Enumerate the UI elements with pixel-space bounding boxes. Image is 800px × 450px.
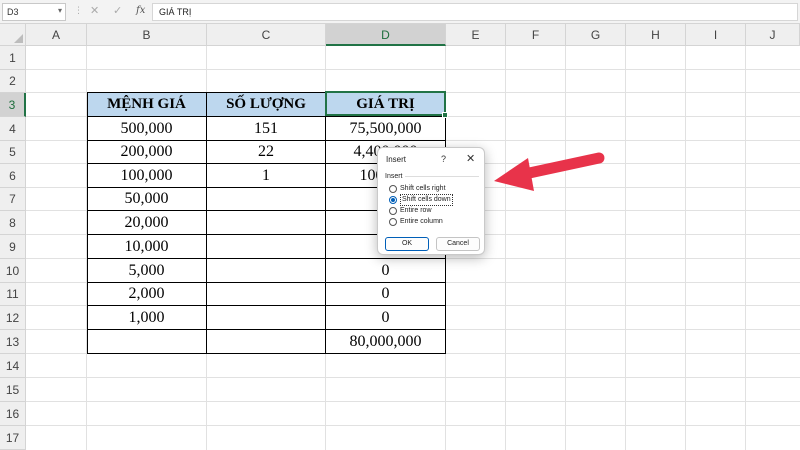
column-header-i[interactable]: I <box>686 24 746 46</box>
row-header-2[interactable]: 2 <box>0 70 26 93</box>
option-label: Shift cells right <box>400 185 446 192</box>
row-header-3[interactable]: 3 <box>0 93 26 117</box>
table-cell[interactable]: 1 <box>207 164 326 188</box>
table-cell[interactable] <box>207 235 326 259</box>
insert-dialog: Insert ? ✕ Insert Shift cells right Shif… <box>377 147 485 255</box>
column-header-c[interactable]: C <box>207 24 326 46</box>
function-icon[interactable]: fx <box>136 5 145 16</box>
table-cell[interactable]: 20,000 <box>87 211 207 235</box>
table-cell[interactable] <box>207 283 326 306</box>
row-header-7[interactable]: 7 <box>0 188 26 211</box>
row-header-4[interactable]: 4 <box>0 117 26 141</box>
chevron-down-icon[interactable]: ▾ <box>58 6 62 15</box>
row-header-15[interactable]: 15 <box>0 378 26 402</box>
formula-bar: D3 ▾ ⋮ ✕ ✓ fx GIÁ TRỊ <box>0 0 800 24</box>
formula-input[interactable]: GIÁ TRỊ <box>152 3 798 21</box>
table-cell[interactable]: 50,000 <box>87 188 207 211</box>
table-cell[interactable]: 0 <box>326 259 446 283</box>
radio-icon[interactable] <box>389 185 397 193</box>
table-cell[interactable] <box>207 330 326 354</box>
table-cell[interactable] <box>207 188 326 211</box>
column-header-f[interactable]: F <box>506 24 566 46</box>
option-label: Shift cells down <box>400 194 453 206</box>
table-cell[interactable]: 10,000 <box>87 235 207 259</box>
table-cell[interactable] <box>207 259 326 283</box>
radio-icon[interactable] <box>389 207 397 215</box>
table-cell[interactable]: 22 <box>207 141 326 164</box>
row-header-16[interactable]: 16 <box>0 402 26 426</box>
option-group-label: Insert <box>385 173 403 180</box>
ok-button[interactable]: OK <box>385 237 429 251</box>
table-header-cell[interactable]: GIÁ TRỊ <box>326 93 446 117</box>
row-header-17[interactable]: 17 <box>0 426 26 450</box>
table-cell[interactable]: 100,000 <box>87 164 207 188</box>
help-icon[interactable]: ? <box>441 154 446 164</box>
table-cell[interactable]: 151 <box>207 117 326 141</box>
table-cell[interactable]: 1,000 <box>87 306 207 330</box>
table-cell[interactable]: 500,000 <box>87 117 207 141</box>
row-header-12[interactable]: 12 <box>0 306 26 330</box>
table-header-cell[interactable]: SỐ LƯỢNG <box>207 93 326 117</box>
column-header-h[interactable]: H <box>626 24 686 46</box>
column-header-b[interactable]: B <box>87 24 207 46</box>
separator-icon: ⋮ <box>74 5 83 15</box>
row-header-13[interactable]: 13 <box>0 330 26 354</box>
dialog-title: Insert <box>386 155 407 164</box>
row-header-9[interactable]: 9 <box>0 235 26 259</box>
name-box[interactable]: D3 ▾ <box>2 3 66 21</box>
column-header-d[interactable]: D <box>326 24 446 46</box>
row-header-8[interactable]: 8 <box>0 211 26 235</box>
row-header-1[interactable]: 1 <box>0 46 26 70</box>
table-cell[interactable] <box>207 211 326 235</box>
row-header-10[interactable]: 10 <box>0 259 26 283</box>
cancel-icon[interactable]: ✕ <box>90 4 99 17</box>
row-header-11[interactable]: 11 <box>0 283 26 306</box>
table-cell[interactable]: 0 <box>326 283 446 306</box>
column-header-j[interactable]: J <box>746 24 800 46</box>
row-header-5[interactable]: 5 <box>0 141 26 164</box>
row-header-14[interactable]: 14 <box>0 354 26 378</box>
radio-selected-icon[interactable] <box>389 196 397 204</box>
option-label: Entire column <box>400 218 443 225</box>
table-cell[interactable]: 80,000,000 <box>326 330 446 354</box>
column-header-g[interactable]: G <box>566 24 626 46</box>
close-icon[interactable]: ✕ <box>466 152 475 165</box>
table-cell[interactable] <box>207 306 326 330</box>
column-header-a[interactable]: A <box>26 24 87 46</box>
table-cell[interactable]: 75,500,000 <box>326 117 446 141</box>
cancel-button[interactable]: Cancel <box>436 237 480 251</box>
enter-icon[interactable]: ✓ <box>113 4 122 17</box>
table-cell[interactable]: 5,000 <box>87 259 207 283</box>
option-label: Entire row <box>400 207 432 214</box>
select-all-button[interactable] <box>0 24 26 46</box>
radio-icon[interactable] <box>389 218 397 226</box>
column-header-e[interactable]: E <box>446 24 506 46</box>
table-cell[interactable]: 200,000 <box>87 141 207 164</box>
table-header-cell[interactable]: MỆNH GIÁ <box>87 93 207 117</box>
row-header-6[interactable]: 6 <box>0 164 26 188</box>
table-cell[interactable]: 2,000 <box>87 283 207 306</box>
name-box-value: D3 <box>7 7 19 17</box>
table-cell[interactable]: 0 <box>326 306 446 330</box>
red-arrow-icon <box>494 152 605 191</box>
table-cell[interactable] <box>87 330 207 354</box>
